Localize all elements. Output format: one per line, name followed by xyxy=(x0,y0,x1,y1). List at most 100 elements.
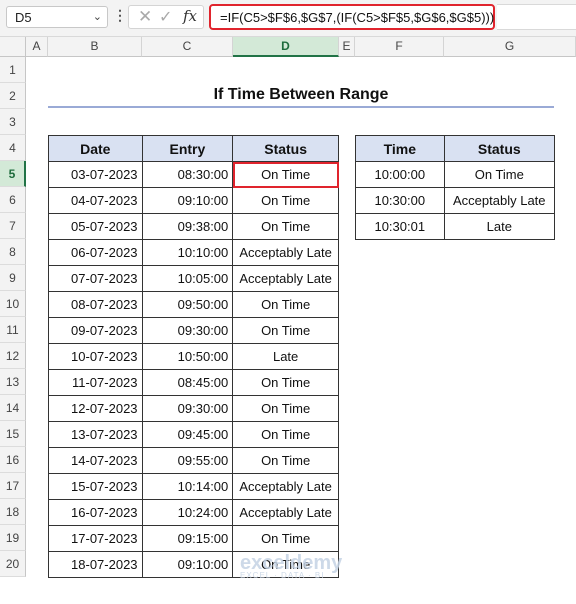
date-cell[interactable]: 03-07-2023 xyxy=(48,161,143,188)
row-header[interactable]: 16 xyxy=(0,447,26,473)
date-cell[interactable]: 18-07-2023 xyxy=(48,551,143,578)
formula-input-extension[interactable] xyxy=(497,4,576,30)
entry-cell[interactable]: 09:55:00 xyxy=(141,447,234,474)
entry-cell[interactable]: 10:05:00 xyxy=(141,265,234,292)
formula-bar: D5 ⌄ ⋮ ✕ ✓ fx =IF(C5>$F$6,$G$7,(IF(C5>$F… xyxy=(0,0,576,37)
entry-cell[interactable]: 08:30:00 xyxy=(141,161,234,188)
entry-cell[interactable]: 09:50:00 xyxy=(141,291,234,318)
date-cell[interactable]: 10-07-2023 xyxy=(48,343,143,370)
row-header[interactable]: 18 xyxy=(0,499,26,525)
vertical-ellipsis-icon[interactable]: ⋮ xyxy=(113,7,127,24)
date-cell[interactable]: 06-07-2023 xyxy=(48,239,143,266)
status-cell[interactable]: Acceptably Late xyxy=(443,187,556,214)
row-header[interactable]: 15 xyxy=(0,421,26,447)
status-cell[interactable]: Late xyxy=(443,213,556,240)
active-cell[interactable]: On Time xyxy=(232,161,339,188)
entry-cell[interactable]: 09:15:00 xyxy=(141,525,234,552)
date-cell[interactable]: 16-07-2023 xyxy=(48,499,143,526)
time-cell[interactable]: 10:30:00 xyxy=(355,187,445,214)
date-cell[interactable]: 11-07-2023 xyxy=(48,369,143,396)
row-header[interactable]: 6 xyxy=(0,187,26,213)
column-header-b[interactable]: B xyxy=(48,37,142,57)
status-cell[interactable]: On Time xyxy=(232,213,339,240)
status-cell[interactable]: On Time xyxy=(232,447,339,474)
checkmark-icon[interactable]: ✓ xyxy=(159,7,172,27)
column-header-a[interactable]: A xyxy=(26,37,48,57)
header-status[interactable]: Status xyxy=(232,135,339,162)
header-time[interactable]: Time xyxy=(355,135,445,162)
entry-cell[interactable]: 09:10:00 xyxy=(141,187,234,214)
row-header[interactable]: 14 xyxy=(0,395,26,421)
entry-cell[interactable]: 09:10:00 xyxy=(141,551,234,578)
time-cell[interactable]: 10:30:01 xyxy=(355,213,445,240)
date-cell[interactable]: 05-07-2023 xyxy=(48,213,143,240)
status-cell[interactable]: Acceptably Late xyxy=(232,473,339,500)
status-cell[interactable]: On Time xyxy=(232,421,339,448)
status-cell[interactable]: Acceptably Late xyxy=(232,265,339,292)
name-box-value: D5 xyxy=(15,10,32,25)
row-header[interactable]: 19 xyxy=(0,525,26,551)
entry-cell[interactable]: 10:24:00 xyxy=(141,499,234,526)
select-all-corner[interactable] xyxy=(0,37,26,57)
entry-cell[interactable]: 10:50:00 xyxy=(141,343,234,370)
status-cell[interactable]: Acceptably Late xyxy=(232,499,339,526)
row-header[interactable]: 13 xyxy=(0,369,26,395)
entry-cell[interactable]: 10:10:00 xyxy=(141,239,234,266)
formula-input[interactable]: =IF(C5>$F$6,$G$7,(IF(C5>$F$5,$G$6,$G$5))… xyxy=(209,4,495,30)
date-cell[interactable]: 14-07-2023 xyxy=(48,447,143,474)
status-cell[interactable]: On Time xyxy=(232,291,339,318)
date-cell[interactable]: 07-07-2023 xyxy=(48,265,143,292)
time-cell[interactable]: 10:00:00 xyxy=(355,161,445,188)
row-header[interactable]: 1 xyxy=(0,57,26,83)
row-header[interactable]: 3 xyxy=(0,109,26,135)
row-header[interactable]: 12 xyxy=(0,343,26,369)
name-box[interactable]: D5 ⌄ xyxy=(6,6,108,28)
row-header[interactable]: 8 xyxy=(0,239,26,265)
date-cell[interactable]: 13-07-2023 xyxy=(48,421,143,448)
row-header[interactable]: 9 xyxy=(0,265,26,291)
row-header[interactable]: 20 xyxy=(0,551,26,577)
column-header-g[interactable]: G xyxy=(444,37,576,57)
column-header-f[interactable]: F xyxy=(355,37,444,57)
status-cell[interactable]: On Time xyxy=(232,369,339,396)
row-header[interactable]: 11 xyxy=(0,317,26,343)
date-cell[interactable]: 17-07-2023 xyxy=(48,525,143,552)
status-cell[interactable]: Acceptably Late xyxy=(232,239,339,266)
row-header-selected[interactable]: 5 xyxy=(0,161,26,187)
sheet-title[interactable]: If Time Between Range xyxy=(48,84,554,108)
status-cell[interactable]: On Time xyxy=(443,161,556,188)
row-header[interactable]: 17 xyxy=(0,473,26,499)
status-cell[interactable]: On Time xyxy=(232,525,339,552)
row-header[interactable]: 2 xyxy=(0,83,26,109)
header-status[interactable]: Status xyxy=(443,135,556,162)
table-row: 10:00:00 On Time xyxy=(355,161,556,188)
entry-cell[interactable]: 10:14:00 xyxy=(141,473,234,500)
date-cell[interactable]: 09-07-2023 xyxy=(48,317,143,344)
header-date[interactable]: Date xyxy=(48,135,143,162)
status-cell[interactable]: On Time xyxy=(232,395,339,422)
header-entry[interactable]: Entry xyxy=(141,135,234,162)
table-row: 07-07-2023 10:05:00 Acceptably Late xyxy=(48,265,339,292)
status-cell[interactable]: Late xyxy=(232,343,339,370)
row-header[interactable]: 4 xyxy=(0,135,26,161)
entry-cell[interactable]: 09:30:00 xyxy=(141,317,234,344)
entry-cell[interactable]: 09:45:00 xyxy=(141,421,234,448)
entry-cell[interactable]: 09:30:00 xyxy=(141,395,234,422)
date-cell[interactable]: 12-07-2023 xyxy=(48,395,143,422)
table-header-row: Date Entry Status xyxy=(48,135,339,162)
column-header-c[interactable]: C xyxy=(142,37,233,57)
column-header-d[interactable]: D xyxy=(233,37,339,57)
chevron-down-icon[interactable]: ⌄ xyxy=(93,10,102,23)
fx-icon[interactable]: fx xyxy=(183,7,197,25)
status-cell[interactable]: On Time xyxy=(232,187,339,214)
row-header[interactable]: 10 xyxy=(0,291,26,317)
entry-cell[interactable]: 09:38:00 xyxy=(141,213,234,240)
date-cell[interactable]: 04-07-2023 xyxy=(48,187,143,214)
cancel-x-icon[interactable]: ✕ xyxy=(138,7,152,27)
column-header-e[interactable]: E xyxy=(339,37,355,57)
date-cell[interactable]: 15-07-2023 xyxy=(48,473,143,500)
status-cell[interactable]: On Time xyxy=(232,317,339,344)
row-header[interactable]: 7 xyxy=(0,213,26,239)
date-cell[interactable]: 08-07-2023 xyxy=(48,291,143,318)
entry-cell[interactable]: 08:45:00 xyxy=(141,369,234,396)
